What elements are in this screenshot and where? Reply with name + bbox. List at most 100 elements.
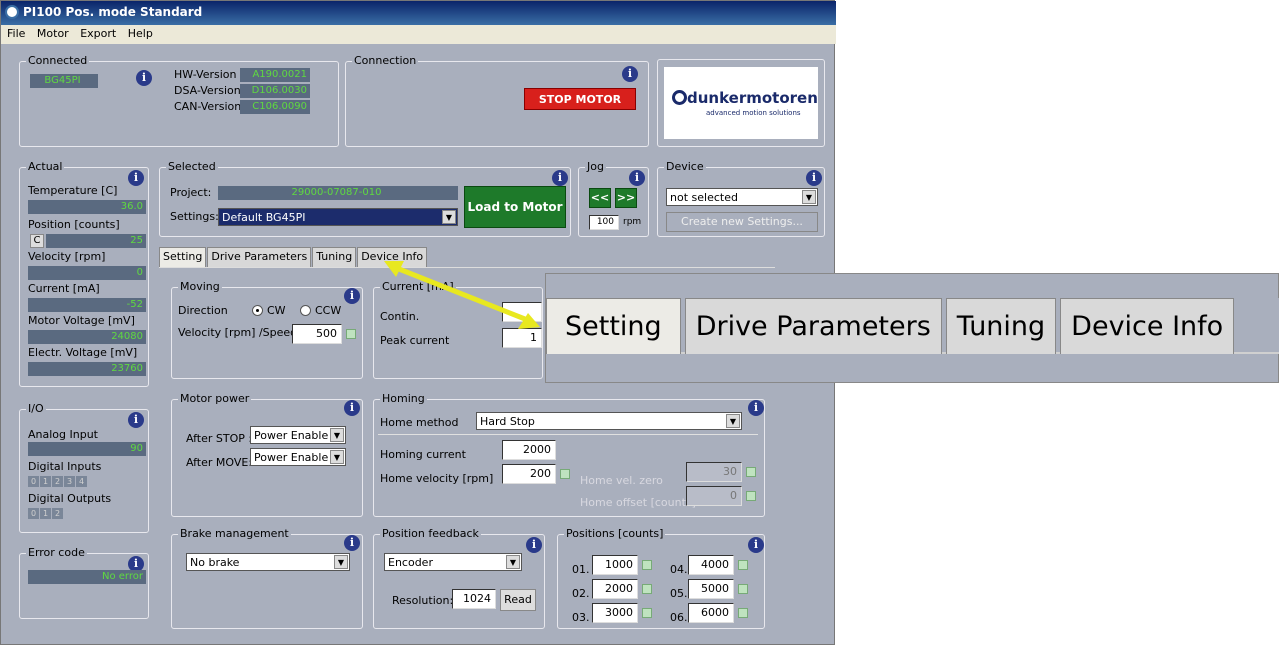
- device-select[interactable]: not selected ▼: [666, 188, 818, 206]
- info-icon[interactable]: i: [136, 70, 152, 86]
- selected-group: Selected i Project: 29000-07087-010 Sett…: [159, 160, 571, 237]
- info-icon[interactable]: i: [128, 412, 144, 428]
- position-number: 06.: [670, 611, 688, 624]
- create-settings-button[interactable]: Create new Settings...: [666, 212, 818, 232]
- calculator-icon[interactable]: [746, 491, 756, 501]
- peak-current-label: Peak current: [380, 334, 450, 347]
- menu-motor[interactable]: Motor: [37, 27, 69, 40]
- digital-output: 1: [40, 508, 51, 519]
- position-input[interactable]: 4000: [688, 555, 734, 575]
- menu-file[interactable]: File: [7, 27, 25, 40]
- brake-title: Brake management: [178, 527, 291, 540]
- ccw-label: CCW: [315, 304, 342, 317]
- feedback-select[interactable]: Encoder ▼: [384, 553, 522, 571]
- moving-title: Moving: [178, 280, 222, 293]
- info-icon[interactable]: i: [629, 170, 645, 186]
- calculator-icon[interactable]: [738, 560, 748, 570]
- info-icon[interactable]: i: [344, 288, 360, 304]
- menu-help[interactable]: Help: [128, 27, 153, 40]
- home-offset-input[interactable]: 0: [686, 486, 742, 506]
- digital-input: 0: [28, 476, 39, 487]
- tab-tuning[interactable]: Tuning: [312, 247, 357, 267]
- homing-divider: [378, 434, 758, 435]
- after-stop-select[interactable]: Power Enable ▼: [250, 426, 346, 444]
- info-icon[interactable]: i: [748, 537, 764, 553]
- chevron-down-icon[interactable]: ▼: [442, 210, 456, 224]
- calculator-icon[interactable]: [642, 560, 652, 570]
- stop-motor-button[interactable]: STOP MOTOR: [524, 88, 636, 110]
- ccw-radio[interactable]: [300, 305, 311, 316]
- position-number: 02.: [572, 587, 590, 600]
- digital-inputs: 01234: [28, 474, 88, 487]
- calculator-icon[interactable]: [560, 469, 570, 479]
- io-group: I/O i Analog Input 90 Digital Inputs 012…: [19, 402, 149, 533]
- menu-export[interactable]: Export: [80, 27, 116, 40]
- info-icon[interactable]: i: [128, 170, 144, 186]
- velocity-input[interactable]: 500: [292, 324, 342, 344]
- homing-group: Homing i Home method Hard Stop ▼ Homing c…: [373, 392, 765, 517]
- cw-radio[interactable]: [252, 305, 263, 316]
- home-method-select[interactable]: Hard Stop ▼: [476, 412, 742, 430]
- position-input[interactable]: 2000: [592, 579, 638, 599]
- resolution-input[interactable]: 1024: [452, 589, 496, 609]
- motor-voltage-label: Motor Voltage [mV]: [28, 314, 135, 327]
- info-icon[interactable]: i: [622, 66, 638, 82]
- brake-select[interactable]: No brake ▼: [186, 553, 350, 571]
- motor-power-group: Motor power i After STOP : Power Enable ▼…: [171, 392, 363, 517]
- info-icon[interactable]: i: [344, 535, 360, 551]
- info-icon[interactable]: i: [806, 170, 822, 186]
- position-input[interactable]: 5000: [688, 579, 734, 599]
- chevron-down-icon[interactable]: ▼: [726, 414, 740, 428]
- current-display: -52: [28, 298, 146, 312]
- brake-group: Brake management i No brake ▼: [171, 527, 363, 629]
- position-display: 25: [46, 234, 146, 248]
- info-icon[interactable]: i: [748, 400, 764, 416]
- chevron-down-icon[interactable]: ▼: [506, 555, 520, 569]
- load-to-motor-button[interactable]: Load to Motor: [464, 186, 566, 228]
- homing-current-input[interactable]: 2000: [502, 440, 556, 460]
- position-number: 04.: [670, 563, 688, 576]
- after-move-select[interactable]: Power Enable ▼: [250, 448, 346, 466]
- jog-group: Jog i << >> 100 rpm: [578, 160, 649, 237]
- position-input[interactable]: 1000: [592, 555, 638, 575]
- tab-setting[interactable]: Setting: [159, 247, 207, 267]
- jog-rpm-unit: rpm: [623, 217, 642, 227]
- info-icon[interactable]: i: [344, 400, 360, 416]
- read-button[interactable]: Read: [500, 589, 536, 611]
- digital-input: 4: [76, 476, 87, 487]
- home-velocity-input[interactable]: 200: [502, 464, 556, 484]
- device-title: Device: [664, 160, 706, 173]
- home-vel-zero-input[interactable]: 30: [686, 462, 742, 482]
- error-group: Error code i No error: [19, 546, 149, 619]
- jog-rpm-input[interactable]: 100: [589, 215, 619, 230]
- tabs-zoom-callout: Setting Drive Parameters Tuning Device I…: [545, 273, 1279, 383]
- calculator-icon[interactable]: [642, 584, 652, 594]
- info-icon[interactable]: i: [526, 537, 542, 553]
- chevron-down-icon[interactable]: ▼: [330, 450, 344, 464]
- jog-left-button[interactable]: <<: [589, 188, 611, 208]
- position-input[interactable]: 3000: [592, 603, 638, 623]
- calculator-icon[interactable]: [738, 584, 748, 594]
- dunkermotoren-logo: dunkermotoren: [672, 89, 818, 107]
- actual-title: Actual: [26, 160, 65, 173]
- calculator-icon[interactable]: [642, 608, 652, 618]
- calculator-icon[interactable]: [346, 329, 356, 339]
- info-icon[interactable]: i: [552, 170, 568, 186]
- settings-select[interactable]: Default BG45PI ▼: [218, 208, 458, 226]
- digital-outputs: 012: [28, 506, 64, 519]
- position-input[interactable]: 6000: [688, 603, 734, 623]
- tab-drive-parameters[interactable]: Drive Parameters: [207, 247, 312, 267]
- clear-position-button[interactable]: C: [30, 234, 44, 248]
- chevron-down-icon[interactable]: ▼: [802, 190, 816, 204]
- chevron-down-icon[interactable]: ▼: [334, 555, 348, 569]
- calculator-icon[interactable]: [738, 608, 748, 618]
- jog-right-button[interactable]: >>: [615, 188, 637, 208]
- moving-group: Moving i Direction CW CCW Velocity [rpm]…: [171, 280, 363, 379]
- homing-current-label: Homing current: [380, 448, 466, 461]
- calculator-icon[interactable]: [746, 467, 756, 477]
- home-vel-zero-label: Home vel. zero: [580, 474, 663, 487]
- chevron-down-icon[interactable]: ▼: [330, 428, 344, 442]
- hw-version-label: HW-Version: [174, 68, 237, 81]
- home-velocity-label: Home velocity [rpm]: [380, 472, 494, 485]
- zoomed-tab-setting: Setting: [546, 298, 681, 354]
